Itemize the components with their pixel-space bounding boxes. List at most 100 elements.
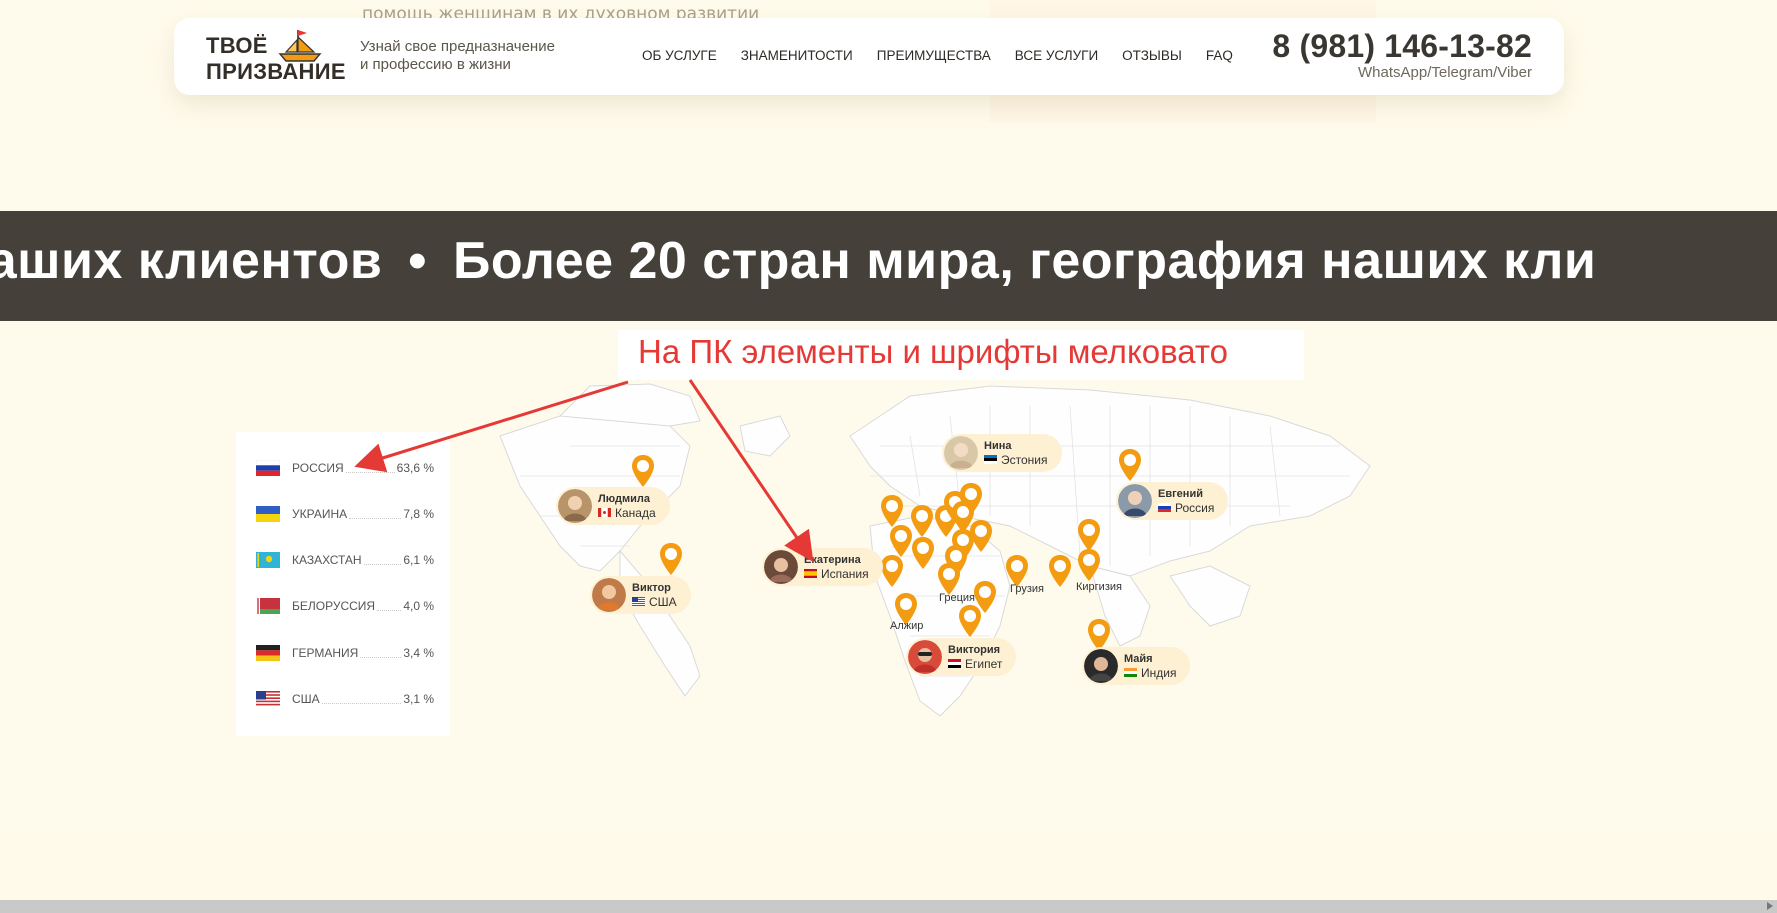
- map-pin-icon[interactable]: [1076, 548, 1102, 582]
- logo[interactable]: ТВОЁ ПРИЗВАНИЕ: [206, 30, 346, 84]
- client-name: Виктор: [632, 581, 671, 594]
- map-pin-icon[interactable]: [936, 562, 962, 596]
- stat-country: КАЗАХСТАН: [292, 553, 362, 567]
- stat-country: РОССИЯ: [292, 461, 344, 475]
- avatar: [944, 436, 978, 470]
- stat-row-kazakhstan: КАЗАХСТАН 6,1 %: [256, 550, 434, 570]
- client-name: Нина: [984, 439, 1012, 452]
- russia-flag-icon: [1158, 503, 1171, 512]
- scroll-right-arrow-icon[interactable]: [1767, 902, 1773, 910]
- stat-row-belarus: БЕЛОРУССИЯ 4,0 %: [256, 596, 434, 616]
- client-country-label: Россия: [1175, 500, 1215, 515]
- client-name: Екатерина: [804, 553, 861, 566]
- avatar: [764, 550, 798, 584]
- messenger-list: WhatsApp/Telegram/Viber: [1358, 64, 1532, 81]
- boat-icon: [278, 30, 322, 62]
- tagline-line-1: Узнай свое предназначение: [360, 38, 555, 55]
- nav-celebrities[interactable]: ЗНАМЕНИТОСТИ: [741, 48, 853, 63]
- world-map: Греция Грузия Киргизия Алжир Людмила Кан…: [490, 376, 1420, 746]
- map-label-greece: Греция: [939, 592, 975, 604]
- map-pin-icon[interactable]: [909, 504, 935, 538]
- nav-all-services[interactable]: ВСЕ УСЛУГИ: [1015, 48, 1098, 63]
- stat-dots: [349, 510, 402, 519]
- map-pin-icon[interactable]: [1076, 518, 1102, 552]
- client-card-maya[interactable]: Майя Индия: [1082, 647, 1191, 685]
- client-country-label: Индия: [1141, 665, 1177, 680]
- stat-value: 3,4 %: [403, 646, 434, 660]
- map-pin-icon[interactable]: [910, 536, 936, 570]
- client-name: Людмила: [598, 492, 650, 505]
- client-card-nina[interactable]: Нина Эстония: [942, 434, 1062, 472]
- spain-flag-icon: [804, 569, 817, 578]
- annotation-text: На ПК элементы и шрифты мелковато: [638, 333, 1228, 370]
- map-pin-icon[interactable]: [879, 494, 905, 528]
- usa-flag-icon: [632, 597, 645, 606]
- client-card-viktor[interactable]: Виктор США: [590, 576, 691, 614]
- nav-reviews[interactable]: ОТЗЫВЫ: [1122, 48, 1182, 63]
- map-label-algeria: Алжир: [890, 620, 924, 632]
- stat-value: 3,1 %: [403, 692, 434, 706]
- phone-number[interactable]: 8 (981) 146-13-82: [1272, 28, 1532, 64]
- client-card-ekaterina[interactable]: Екатерина Испания: [762, 548, 883, 586]
- map-label-georgia: Грузия: [1010, 583, 1044, 595]
- horizontal-scrollbar[interactable]: [0, 900, 1777, 913]
- map-pin-icon[interactable]: [1047, 554, 1073, 588]
- tagline-line-2: и профессию в жизни: [360, 56, 511, 73]
- stat-dots: [363, 556, 402, 565]
- stat-row-usa: США 3,1 %: [256, 689, 434, 709]
- client-country: Канада: [598, 506, 656, 520]
- ticker-main: Более 20 стран мира, география наших кли: [453, 232, 1597, 290]
- map-pin-icon[interactable]: [1117, 448, 1143, 482]
- tagline: Узнай свое предназначение и профессию в …: [360, 38, 590, 74]
- avatar: [592, 578, 626, 612]
- nav-advantages[interactable]: ПРЕИМУЩЕСТВА: [877, 48, 991, 63]
- client-card-viktoria[interactable]: Виктория Египет: [906, 638, 1017, 676]
- client-country: Эстония: [984, 453, 1048, 467]
- client-country-label: США: [649, 594, 677, 609]
- country-stats-panel: РОССИЯ 63,6 % УКРАИНА 7,8 % КАЗАХСТАН 6,…: [236, 432, 450, 736]
- map-pin-icon[interactable]: [968, 519, 994, 553]
- stat-country: ГЕРМАНИЯ: [292, 646, 359, 660]
- client-name: Евгений: [1158, 487, 1203, 500]
- stat-country: БЕЛОРУССИЯ: [292, 599, 376, 613]
- client-country: США: [632, 595, 677, 609]
- stat-country: США: [292, 692, 320, 706]
- logo-line-1: ТВОЁ: [206, 33, 268, 58]
- map-label-kyrgyzstan: Киргизия: [1076, 581, 1122, 593]
- client-card-ludmila[interactable]: Людмила Канада: [556, 487, 670, 525]
- nav-faq[interactable]: FAQ: [1206, 48, 1233, 63]
- avatar: [558, 489, 592, 523]
- stat-row-germany: ГЕРМАНИЯ 3,4 %: [256, 643, 434, 663]
- avatar: [908, 640, 942, 674]
- ticker-separator: •: [408, 232, 428, 290]
- stat-value: 7,8 %: [403, 507, 434, 521]
- contact-block: 8 (981) 146-13-82 WhatsApp/Telegram/Vibe…: [1272, 28, 1532, 82]
- canada-flag-icon: [598, 508, 611, 517]
- client-country: Испания: [804, 567, 869, 581]
- client-card-evgeniy[interactable]: Евгений Россия: [1116, 482, 1229, 520]
- client-country: Россия: [1158, 501, 1214, 515]
- ticker-text: я наших клиентов • Более 20 стран мира, ге…: [0, 231, 1596, 291]
- egypt-flag-icon: [948, 659, 961, 668]
- client-country-label: Египет: [965, 656, 1003, 671]
- map-pin-icon[interactable]: [879, 554, 905, 588]
- map-pin-icon[interactable]: [957, 604, 983, 638]
- belarus-flag-icon: [256, 598, 280, 614]
- client-country-label: Канада: [615, 505, 656, 520]
- client-country: Египет: [948, 657, 1002, 671]
- stat-dots: [345, 464, 395, 473]
- india-flag-icon: [1124, 668, 1137, 677]
- map-pin-icon[interactable]: [658, 542, 684, 576]
- nav-about-service[interactable]: ОБ УСЛУГЕ: [642, 48, 717, 63]
- client-name: Майя: [1124, 652, 1153, 665]
- client-country-label: Испания: [821, 566, 869, 581]
- stat-dots: [321, 695, 402, 704]
- stat-dots: [377, 602, 402, 611]
- russia-flag-icon: [256, 460, 280, 476]
- stat-country: УКРАИНА: [292, 507, 348, 521]
- stat-value: 6,1 %: [403, 553, 434, 567]
- stat-row-ukraine: УКРАИНА 7,8 %: [256, 504, 434, 524]
- stat-value: 4,0 %: [403, 599, 434, 613]
- map-pin-icon[interactable]: [630, 454, 656, 488]
- stat-dots: [360, 649, 402, 658]
